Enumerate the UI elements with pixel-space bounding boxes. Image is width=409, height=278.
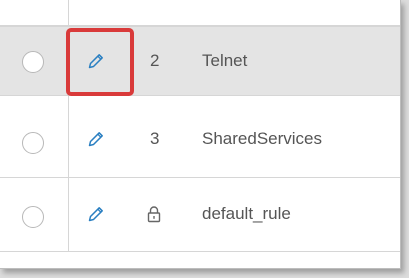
rule-number: 2 — [150, 51, 160, 70]
row-select-radio[interactable] — [22, 132, 44, 154]
rule-name: SharedServices — [202, 129, 323, 148]
row-select-radio[interactable] — [22, 51, 44, 73]
pencil-icon[interactable] — [87, 52, 105, 70]
rule-number: 3 — [150, 129, 160, 148]
rule-name: default_rule — [202, 204, 291, 223]
column-divider — [68, 0, 69, 25]
pencil-icon[interactable] — [87, 130, 105, 148]
table-row[interactable]: 2 Telnet — [0, 26, 400, 96]
rules-table: 2 Telnet 3 SharedServices default_rule — [0, 0, 401, 269]
table-row-partial — [0, 0, 400, 26]
row-select-radio[interactable] — [22, 206, 44, 228]
rule-name: Telnet — [202, 51, 248, 70]
column-divider — [68, 96, 69, 177]
column-divider — [68, 178, 69, 251]
table-row[interactable]: 3 SharedServices — [0, 96, 400, 178]
pencil-icon[interactable] — [87, 205, 105, 223]
lock-icon — [147, 206, 161, 223]
table-row[interactable]: default_rule — [0, 178, 400, 252]
